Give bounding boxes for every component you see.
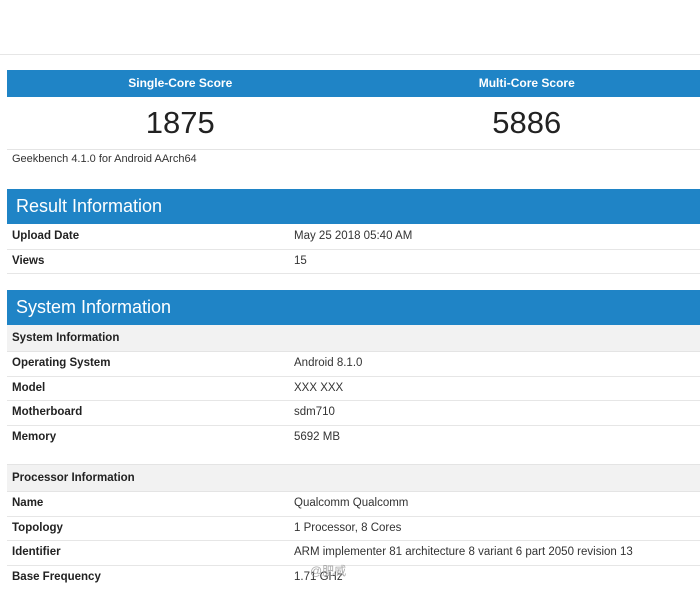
row-label: Name (12, 497, 44, 509)
table-row: Model XXX XXX (7, 377, 700, 401)
row-label: Motherboard (12, 406, 83, 418)
single-core-label: Single-Core Score (128, 76, 233, 90)
row-value: sdm710 (294, 406, 335, 418)
row-value: Android 8.1.0 (294, 357, 363, 369)
table-row: Name Qualcomm Qualcomm (7, 492, 700, 517)
table-row: Operating System Android 8.1.0 (7, 352, 700, 377)
row-value: May 25 2018 05:40 AM (294, 230, 413, 242)
row-label: Model (12, 381, 46, 394)
single-core-score: 1875 (145, 105, 215, 140)
score-panel: Single-Core Score Multi-Core Score 1875 … (7, 70, 700, 150)
result-information-header: Result Information (7, 189, 700, 224)
multi-core-label: Multi-Core Score (478, 76, 575, 90)
system-information-header: System Information (7, 290, 700, 325)
result-information-table: Upload Date May 25 2018 05:40 AM Views 1… (7, 225, 700, 274)
row-value: 5692 MB (294, 430, 341, 443)
row-label: Base Frequency (12, 570, 101, 583)
row-value: ARM implementer 81 architecture 8 varian… (294, 546, 633, 558)
row-label: Views (12, 254, 45, 267)
table-row: Upload Date May 25 2018 05:40 AM (7, 225, 700, 250)
row-value: XXX XXX (294, 381, 344, 394)
row-value: Qualcomm Qualcomm (294, 497, 409, 509)
system-subheader: System Information (7, 325, 700, 352)
watermark: @肥威 (310, 564, 347, 578)
system-information-table: System Information Operating System Andr… (7, 325, 700, 589)
benchmark-version: Geekbench 4.1.0 for Android AArch64 (12, 153, 197, 165)
row-label: Identifier (12, 546, 61, 558)
score-header: Single-Core Score Multi-Core Score (7, 70, 700, 97)
table-row: Views 15 (7, 250, 700, 274)
table-row: Motherboard sdm710 (7, 401, 700, 426)
row-label: Topology (12, 521, 63, 534)
row-label: Upload Date (12, 230, 80, 242)
row-value: 15 (294, 254, 307, 267)
table-row: Identifier ARM implementer 81 architectu… (7, 541, 700, 566)
top-divider (0, 54, 700, 55)
table-row: Topology 1 Processor, 8 Cores (7, 517, 700, 541)
row-label: Memory (12, 430, 57, 443)
row-value: 1 Processor, 8 Cores (294, 521, 402, 534)
multi-core-score: 5886 (492, 105, 562, 140)
row-value: 1.71 GHz (294, 570, 343, 583)
table-row: Memory 5692 MB (7, 426, 700, 450)
score-values: 1875 5886 (7, 97, 700, 150)
row-label: Operating System (12, 357, 111, 369)
table-row: Base Frequency 1.71 GHz (7, 566, 700, 590)
processor-subheader: Processor Information (7, 464, 700, 492)
